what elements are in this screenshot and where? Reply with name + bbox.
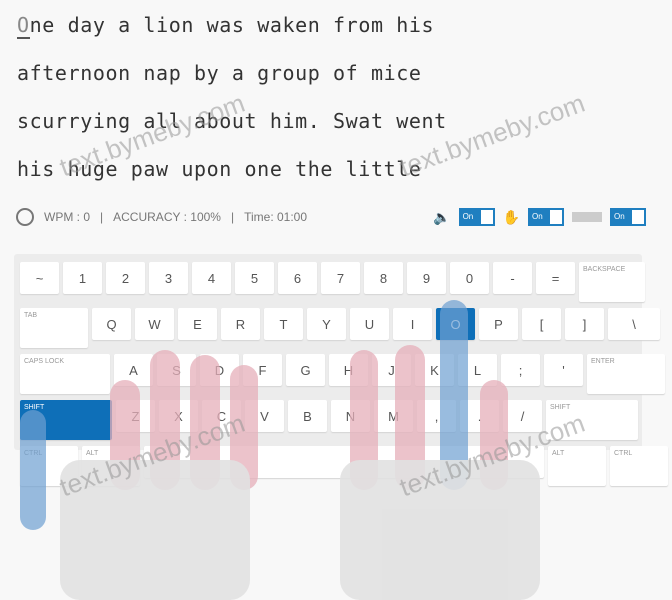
key-][interactable]: ]: [565, 308, 604, 340]
key-y[interactable]: Y: [307, 308, 346, 340]
key-backspace[interactable]: BACKSPACE: [579, 262, 645, 302]
key-=[interactable]: =: [536, 262, 575, 294]
key-enter[interactable]: ENTER: [587, 354, 665, 394]
key-ctrl[interactable]: CTRL: [610, 446, 668, 486]
key-;[interactable]: ;: [501, 354, 540, 386]
key-1[interactable]: 1: [63, 262, 102, 294]
hands-toggle[interactable]: On: [528, 208, 564, 226]
key-2[interactable]: 2: [106, 262, 145, 294]
key-alt[interactable]: ALT: [548, 446, 606, 486]
key-3[interactable]: 3: [149, 262, 188, 294]
key-8[interactable]: 8: [364, 262, 403, 294]
keyboard-row: TABQWERTYUIOP[]\: [20, 308, 660, 348]
key-i[interactable]: I: [393, 308, 432, 340]
key-'[interactable]: ': [544, 354, 583, 386]
key-g[interactable]: G: [286, 354, 325, 386]
controls: 🔈 On ✋ On On: [433, 208, 646, 226]
key-4[interactable]: 4: [192, 262, 231, 294]
key-u[interactable]: U: [350, 308, 389, 340]
keyboard-toggle[interactable]: On: [610, 208, 646, 226]
key-tab[interactable]: TAB: [20, 308, 88, 348]
key-[[interactable]: [: [522, 308, 561, 340]
key-5[interactable]: 5: [235, 262, 274, 294]
accuracy: ACCURACY : 100%: [113, 210, 221, 224]
key-t[interactable]: T: [264, 308, 303, 340]
hands-icon: ✋: [502, 208, 520, 225]
key-p[interactable]: P: [479, 308, 518, 340]
cursor-char: O: [17, 13, 30, 39]
speedometer-icon: [16, 208, 34, 226]
key-e[interactable]: E: [178, 308, 217, 340]
key-~[interactable]: ~: [20, 262, 59, 294]
wpm: WPM : 0: [44, 210, 91, 224]
keyboard-row: ~1 2 3 4 5 6 7 8 9 0- = BACKSPACE: [20, 262, 645, 302]
key-9[interactable]: 9: [407, 262, 446, 294]
key-caps-lock[interactable]: CAPS LOCK: [20, 354, 110, 394]
key-q[interactable]: Q: [92, 308, 131, 340]
key-b[interactable]: B: [288, 400, 327, 432]
key-w[interactable]: W: [135, 308, 174, 340]
stats-bar: WPM : 0 | ACCURACY : 100% | Time: 01:00: [16, 208, 307, 226]
key-6[interactable]: 6: [278, 262, 317, 294]
text-line: One day a lion was waken from his: [17, 13, 435, 39]
key-7[interactable]: 7: [321, 262, 360, 294]
key-0[interactable]: 0: [450, 262, 489, 294]
sound-icon: 🔈: [433, 208, 451, 225]
key-\[interactable]: \: [608, 308, 660, 340]
timer: Time: 01:00: [244, 210, 308, 224]
keyboard-icon: [572, 212, 602, 222]
key-r[interactable]: R: [221, 308, 260, 340]
sound-toggle[interactable]: On: [458, 208, 495, 226]
key--[interactable]: -: [493, 262, 532, 294]
